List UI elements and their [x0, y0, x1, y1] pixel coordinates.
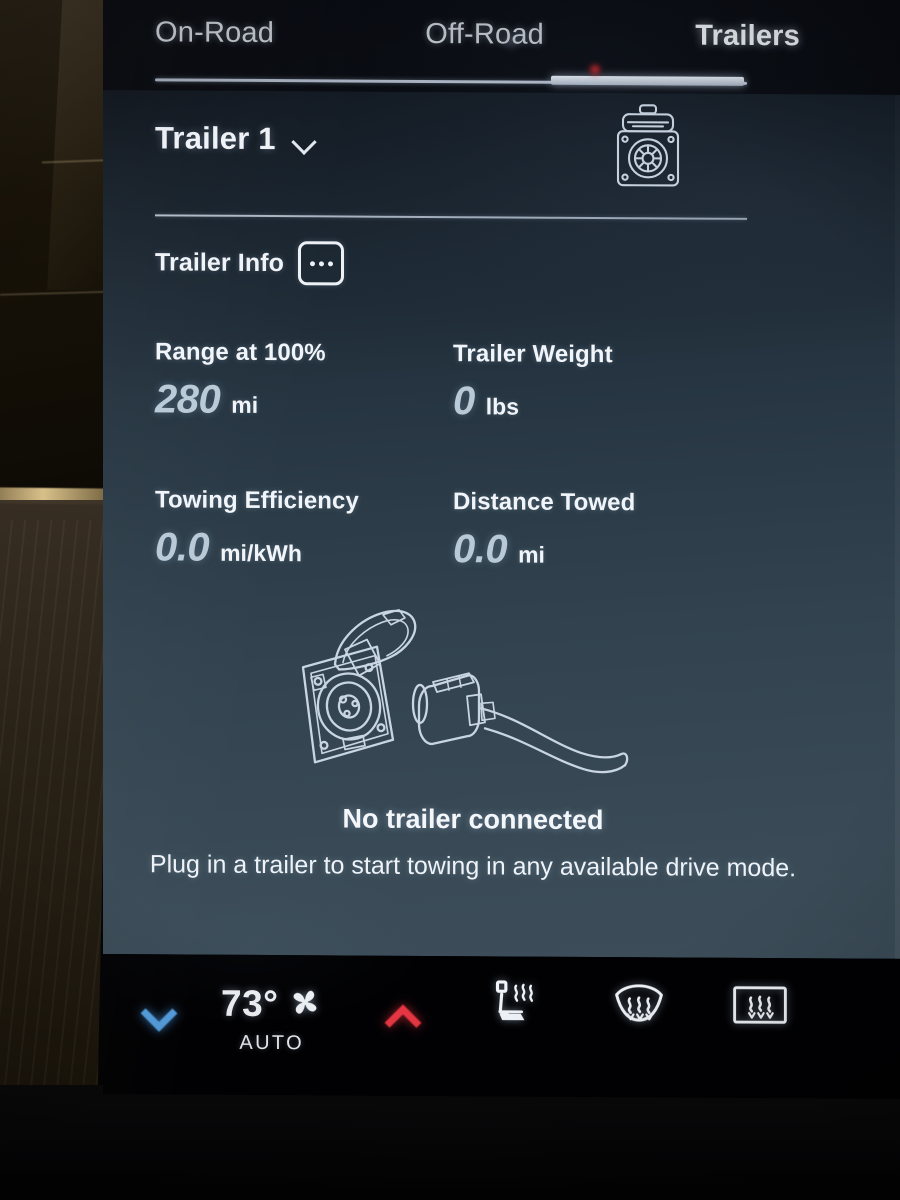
- screen-bezel-bottom: [0, 1085, 900, 1200]
- trailer-socket-icon: [611, 103, 685, 189]
- trailer-selector[interactable]: Trailer 1: [155, 120, 318, 157]
- chevron-down-icon: [139, 1002, 175, 1024]
- chevron-up-icon: [383, 1004, 419, 1026]
- trailer-connector-unplugged-icon: [281, 599, 641, 791]
- auto-mode-label: AUTO: [239, 1031, 305, 1055]
- climate-control-bar: 73° AUTO: [103, 954, 900, 1099]
- ellipsis-icon[interactable]: [298, 241, 345, 286]
- stat-unit: mi/kWh: [220, 539, 302, 567]
- heated-seat-button[interactable]: [491, 976, 543, 1033]
- vehicle-touchscreen: On-Road Off-Road Trailers Trailer 1 Trai…: [103, 0, 900, 1099]
- chevron-down-icon: [292, 132, 318, 147]
- front-defrost-icon: [611, 979, 667, 1034]
- ellipsis-dot: [309, 260, 315, 266]
- stat-value: 0.0: [453, 527, 508, 572]
- stat-unit: mi: [518, 541, 545, 568]
- heated-seat-icon: [491, 976, 543, 1033]
- stat-value: 280: [155, 377, 221, 422]
- stat-unit: lbs: [485, 393, 519, 420]
- temperature-row: 73°: [221, 983, 322, 1026]
- ellipsis-dot: [327, 260, 333, 266]
- tab-trailers[interactable]: Trailers: [695, 20, 800, 54]
- tab-on-road[interactable]: On-Road: [155, 16, 274, 50]
- rear-defrost-button[interactable]: [731, 983, 789, 1032]
- trailer-info-row: Trailer Info: [155, 240, 345, 286]
- tab-off-road[interactable]: Off-Road: [425, 18, 544, 52]
- trailer-info-label: Trailer Info: [155, 247, 285, 277]
- stat-label: Distance Towed: [453, 488, 636, 517]
- stat-trailer-weight: Trailer Weight 0 lbs: [453, 340, 751, 426]
- empty-state-subtitle: Plug in a trailer to start towing in any…: [149, 850, 797, 883]
- stat-distance-towed: Distance Towed 0.0 mi: [453, 488, 751, 574]
- stat-towing-efficiency: Towing Efficiency 0.0 mi/kWh: [155, 486, 453, 572]
- temperature-display[interactable]: 73° AUTO: [221, 983, 322, 1056]
- front-defrost-button[interactable]: [611, 979, 667, 1034]
- camera-red-reflection: [587, 62, 603, 77]
- stat-value-row: 0 lbs: [453, 379, 751, 426]
- trailer-stats-grid: Range at 100% 280 mi Trailer Weight 0 lb…: [155, 338, 755, 574]
- ellipsis-dot: [318, 260, 324, 266]
- stat-value-row: 280 mi: [155, 377, 453, 424]
- stat-range-at-100: Range at 100% 280 mi: [155, 338, 453, 424]
- stat-label: Towing Efficiency: [155, 486, 359, 515]
- stat-unit: mi: [231, 391, 259, 418]
- stat-value: 0.0: [155, 525, 210, 570]
- climate-controls: 73° AUTO: [121, 954, 881, 1099]
- fan-icon: [288, 985, 322, 1024]
- trailer-selector-label: Trailer 1: [155, 120, 276, 157]
- empty-state-title: No trailer connected: [342, 803, 604, 836]
- panel-edge-highlight: [895, 94, 900, 959]
- drive-mode-tabs: On-Road Off-Road Trailers: [155, 16, 800, 53]
- section-divider: [155, 214, 747, 220]
- stat-label: Range at 100%: [155, 338, 326, 367]
- temperature-value: 73°: [221, 982, 279, 1025]
- temperature-increase-button[interactable]: [383, 1004, 419, 1026]
- temperature-decrease-button[interactable]: [139, 1002, 175, 1024]
- stat-label: Trailer Weight: [453, 340, 613, 369]
- stat-value: 0: [453, 379, 475, 424]
- drive-mode-tabbar: On-Road Off-Road Trailers: [103, 0, 900, 95]
- rear-defrost-icon: [731, 983, 789, 1032]
- stat-value-row: 0.0 mi: [453, 527, 751, 574]
- stat-value-row: 0.0 mi/kWh: [155, 525, 453, 572]
- trailers-panel: Trailer 1 Trailer Info Range at 100% 280…: [103, 90, 900, 959]
- tab-underline-active-indicator: [551, 75, 744, 86]
